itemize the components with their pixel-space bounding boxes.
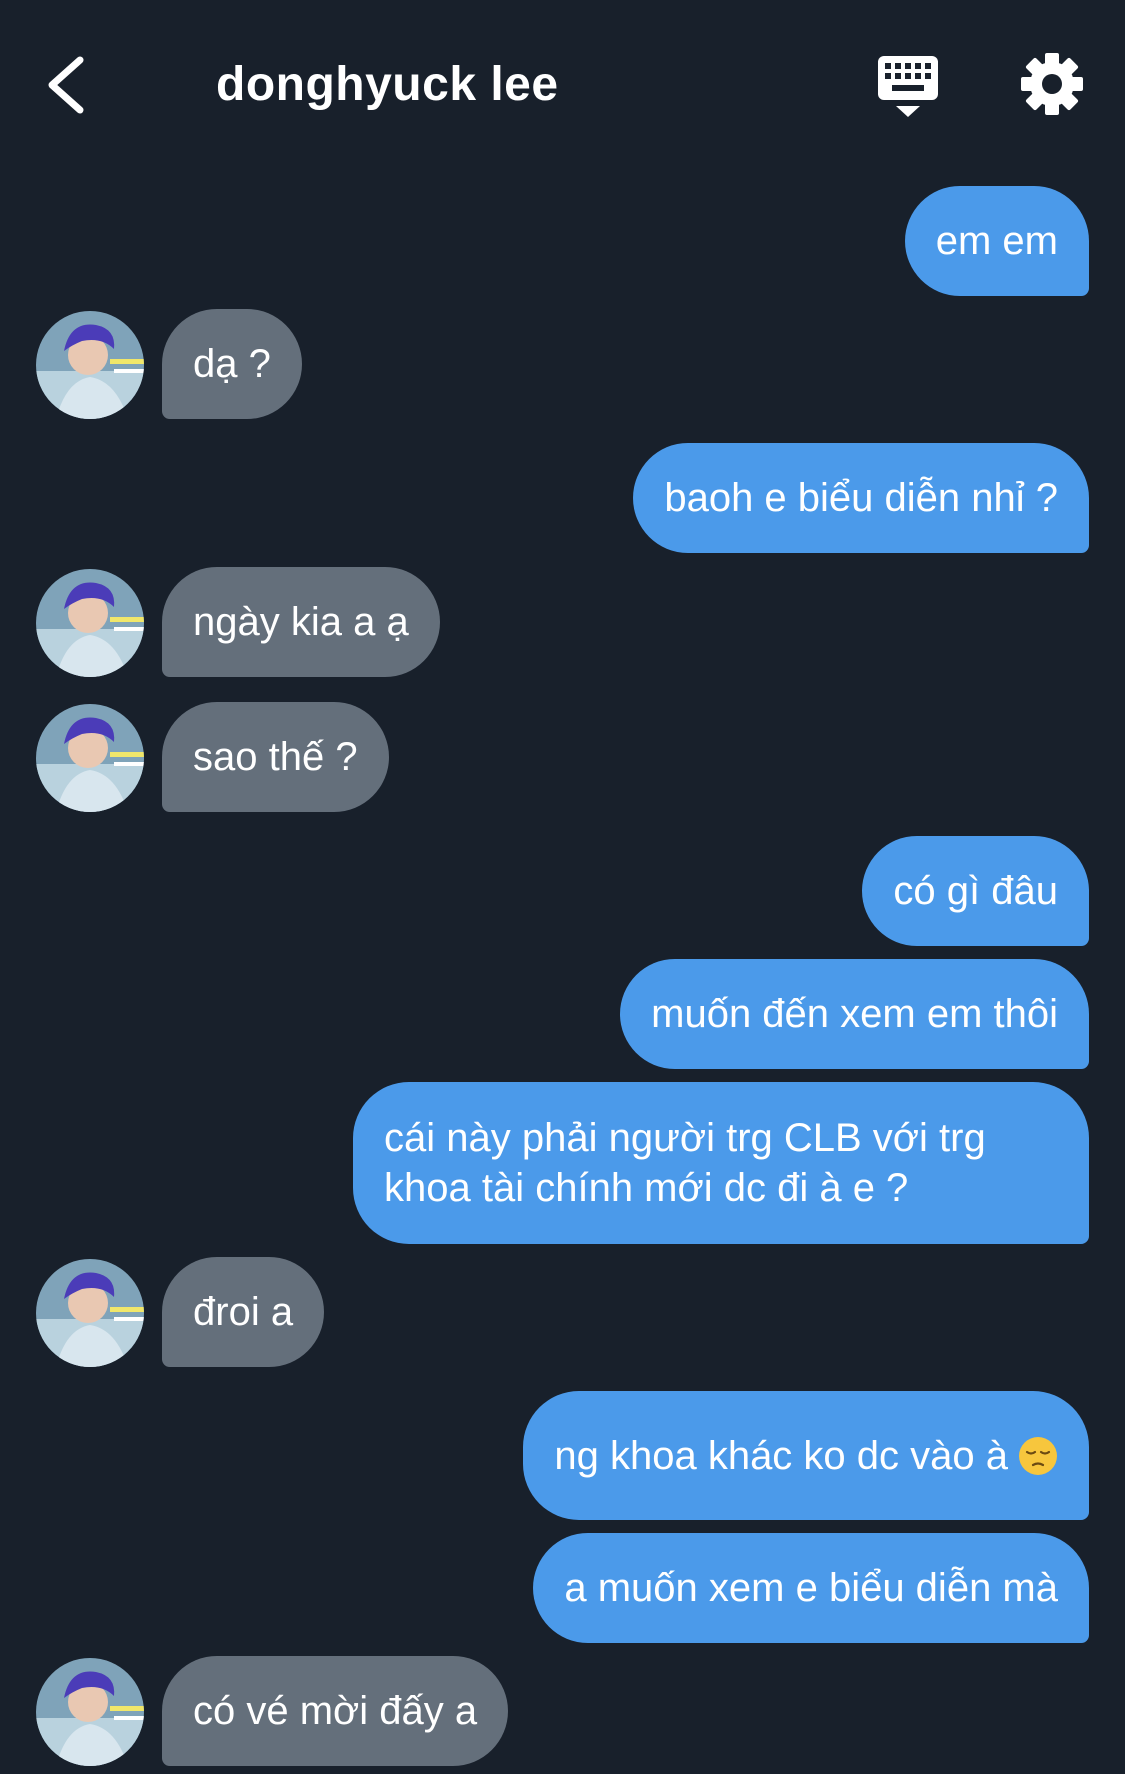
- message-text: có vé mời đấy a: [193, 1689, 478, 1733]
- sent-message[interactable]: cái này phải người trg CLB với trg khoa …: [353, 1082, 1089, 1244]
- received-message[interactable]: đroi a: [162, 1257, 325, 1367]
- message-text: có gì đâu: [893, 869, 1058, 913]
- received-message[interactable]: ngày kia a ạ: [162, 567, 440, 677]
- message-text: sao thế ?: [193, 735, 358, 779]
- message-text: ngày kia a ạ: [193, 600, 409, 644]
- pensive-face-emoji: [1018, 1436, 1058, 1476]
- sent-message[interactable]: muốn đến xem em thôi: [620, 959, 1089, 1069]
- message-text: muốn đến xem em thôi: [651, 992, 1058, 1036]
- avatar[interactable]: [36, 1658, 144, 1766]
- message-text: a muốn xem e biểu diễn mà: [564, 1566, 1058, 1610]
- sent-message[interactable]: baoh e biểu diễn nhỉ ?: [633, 443, 1089, 553]
- keyboard-icon: [878, 56, 938, 117]
- message-text: em em: [935, 219, 1058, 263]
- received-message[interactable]: dạ ?: [162, 309, 302, 419]
- message-text: ng khoa khác ko dc vào à: [554, 1433, 1008, 1478]
- sent-message[interactable]: ng khoa khác ko dc vào à: [523, 1391, 1089, 1520]
- keyboard-button[interactable]: [876, 54, 940, 120]
- sent-message[interactable]: em em: [904, 186, 1089, 296]
- chevron-left-icon: [48, 56, 84, 114]
- received-message[interactable]: sao thế ?: [162, 702, 389, 812]
- received-message[interactable]: có vé mời đấy a: [162, 1656, 509, 1766]
- avatar[interactable]: [36, 311, 144, 419]
- message-text: baoh e biểu diễn nhỉ ?: [664, 476, 1058, 520]
- avatar[interactable]: [36, 704, 144, 812]
- chat-header: donghyuck lee: [0, 0, 1125, 170]
- gear-icon: [1021, 53, 1083, 115]
- message-text: cái này phải người trg CLB với trg khoa …: [384, 1116, 986, 1210]
- message-text: đroi a: [193, 1290, 294, 1334]
- sent-message[interactable]: có gì đâu: [862, 836, 1089, 946]
- conversation-title[interactable]: donghyuck lee: [216, 55, 559, 115]
- avatar[interactable]: [36, 569, 144, 677]
- sent-message[interactable]: a muốn xem e biểu diễn mà: [533, 1533, 1089, 1643]
- back-button[interactable]: [40, 50, 100, 120]
- avatar[interactable]: [36, 1259, 144, 1367]
- message-text: dạ ?: [193, 342, 271, 386]
- settings-button[interactable]: [1020, 52, 1084, 116]
